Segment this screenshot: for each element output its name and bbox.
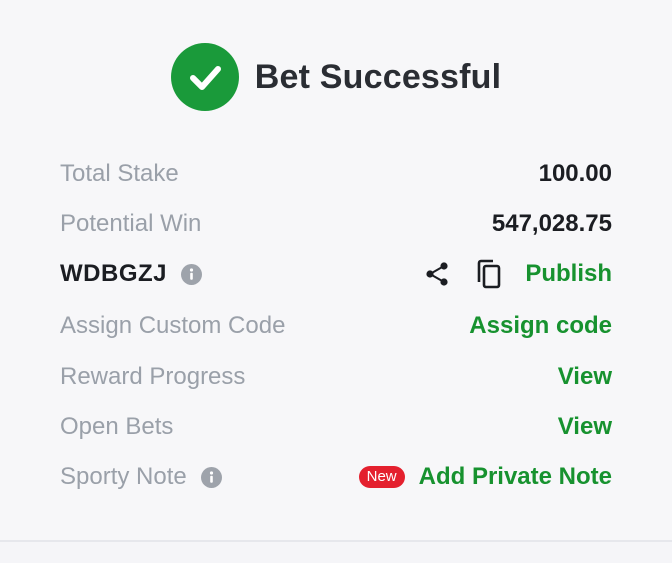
open-bets-view-button[interactable]: View [558, 413, 612, 441]
sporty-note-label: Sporty Note [60, 463, 187, 490]
total-stake-label: Total Stake [60, 160, 179, 187]
page-background [0, 542, 672, 563]
check-circle-icon [170, 43, 239, 111]
custom-code-label: Assign Custom Code [60, 312, 286, 339]
reward-progress-label: Reward Progress [60, 363, 246, 390]
info-icon[interactable] [200, 466, 222, 488]
copy-icon[interactable] [475, 258, 503, 290]
total-stake-row: Total Stake 100.00 [60, 154, 612, 194]
open-bets-row: Open Bets View [60, 407, 612, 447]
bet-success-card: Bet Successful Total Stake 100.00 Potent… [0, 0, 672, 540]
potential-win-row: Potential Win 547,028.75 [60, 204, 612, 244]
booking-code-row: WDBGZJ Publish [60, 254, 612, 294]
new-badge: New [358, 466, 405, 488]
assign-code-button[interactable]: Assign code [469, 312, 612, 340]
booking-code: WDBGZJ [60, 260, 167, 287]
sporty-note-row: Sporty Note New Add Private Note [60, 457, 612, 497]
publish-button[interactable]: Publish [525, 260, 612, 288]
page-title: Bet Successful [254, 57, 502, 96]
custom-code-row: Assign Custom Code Assign code [60, 306, 612, 346]
potential-win-value: 547,028.75 [491, 210, 612, 237]
reward-progress-row: Reward Progress View [60, 357, 612, 397]
share-icon[interactable] [423, 260, 451, 288]
potential-win-label: Potential Win [60, 210, 202, 237]
add-private-note-button[interactable]: Add Private Note [419, 463, 612, 491]
info-icon[interactable] [181, 263, 202, 285]
open-bets-label: Open Bets [60, 413, 174, 440]
total-stake-value: 100.00 [538, 160, 612, 187]
reward-progress-view-button[interactable]: View [558, 363, 612, 391]
success-header: Bet Successful [0, 42, 672, 112]
